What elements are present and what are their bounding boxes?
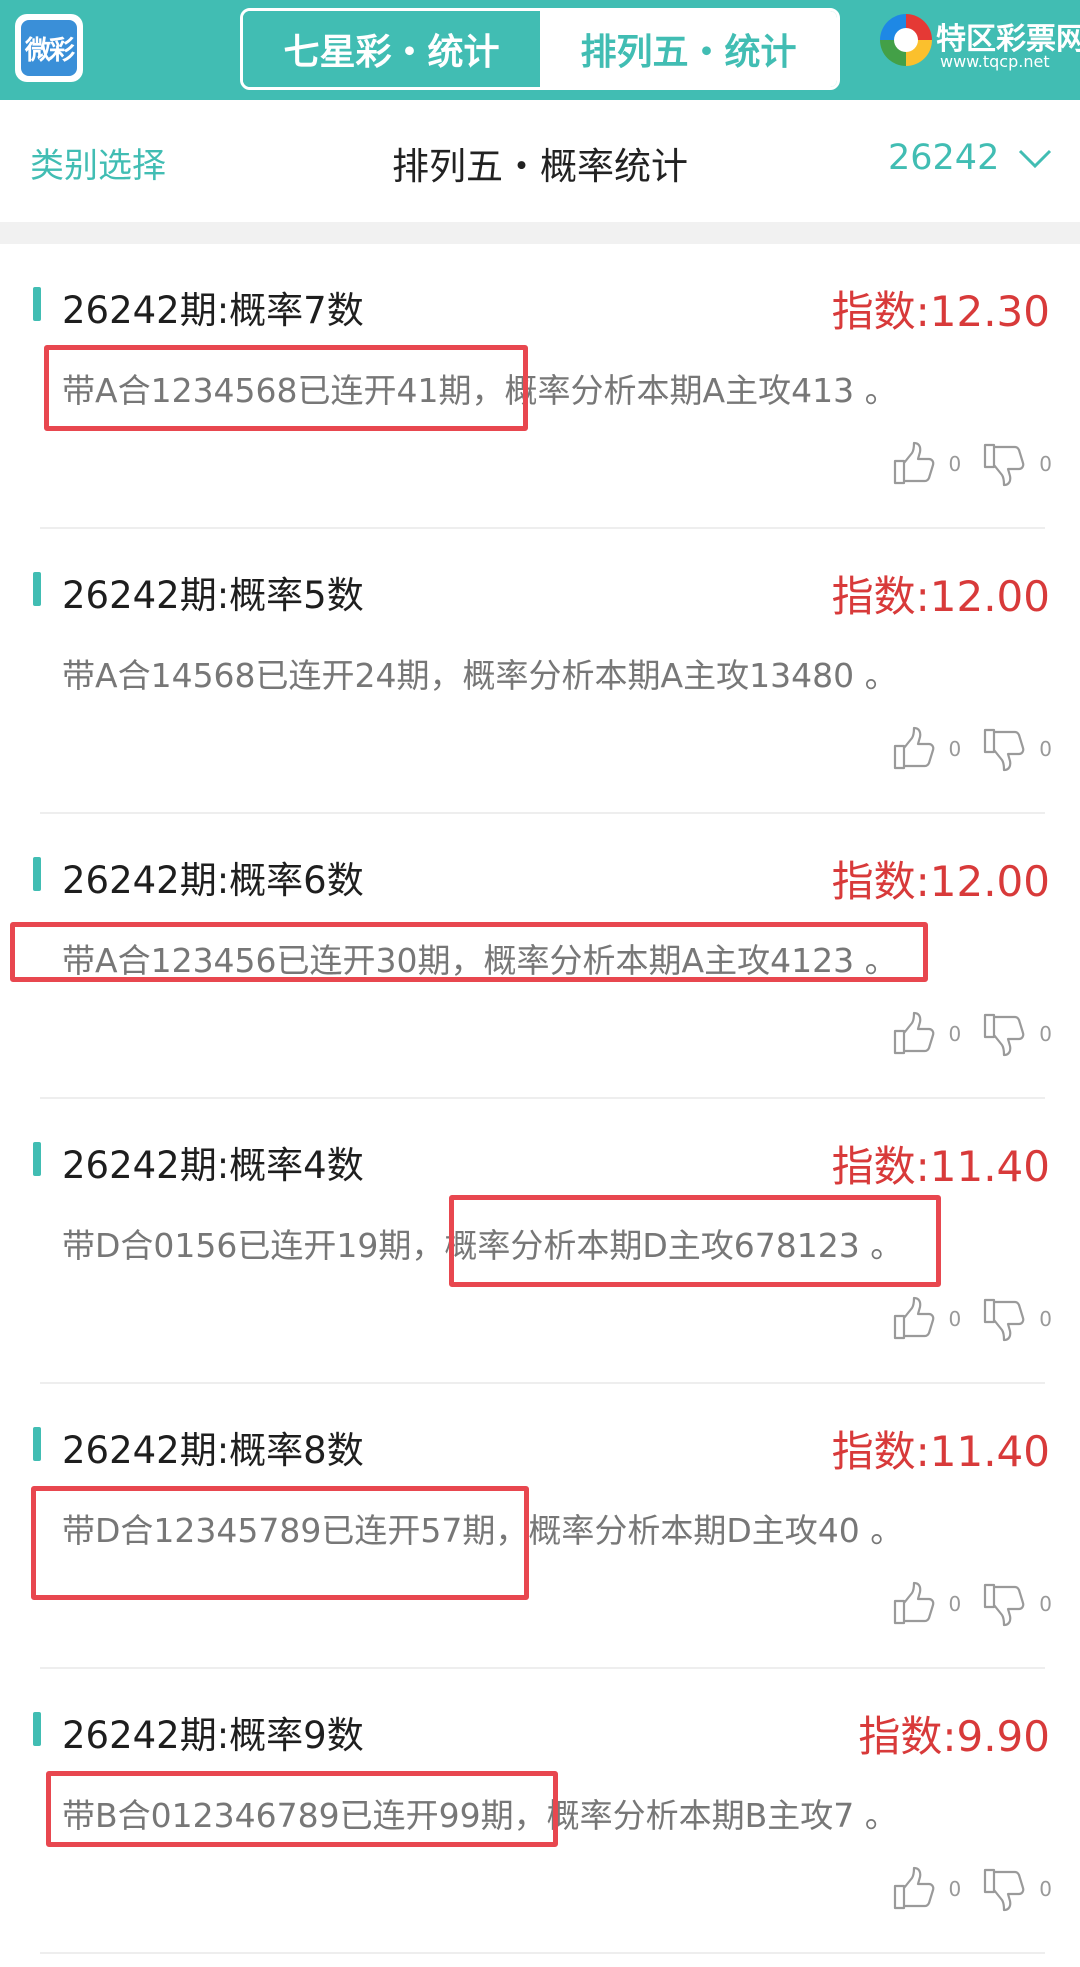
item-index: 指数:12.00: [831, 857, 1050, 906]
dislike-count: 0: [1039, 737, 1052, 761]
top-bar: 微彩 七星彩・统计 排列五・统计 特区彩票网 www.tqcp.net: [0, 0, 1080, 100]
brand-url: www.tqcp.net: [940, 52, 1050, 71]
item-title: 26242期:概率6数: [62, 859, 364, 902]
lottery-tab-switch: 七星彩・统计 排列五・统计: [240, 8, 840, 90]
thumbs-up-icon: [893, 1581, 934, 1625]
thumbs-down-icon: [984, 1013, 1025, 1057]
like-button[interactable]: 0: [889, 1864, 962, 1914]
dislike-count: 0: [1039, 1022, 1052, 1046]
item-index: 指数:11.40: [831, 1142, 1050, 1191]
highlight-box: [10, 922, 928, 982]
dislike-button[interactable]: 0: [979, 439, 1052, 489]
like-count: 0: [948, 1307, 962, 1331]
dislike-count: 0: [1039, 452, 1052, 476]
like-button[interactable]: 0: [889, 1294, 962, 1344]
dislike-button[interactable]: 0: [979, 1009, 1052, 1059]
dislike-button[interactable]: 0: [979, 1864, 1052, 1914]
vote-group: 0 0: [871, 1294, 1052, 1344]
item-index: 指数:12.00: [831, 572, 1050, 621]
app-logo[interactable]: 微彩: [15, 14, 83, 82]
thumbs-up-icon: [893, 726, 934, 770]
tab-qixingcai-stats[interactable]: 七星彩・统计: [243, 11, 540, 87]
thumbs-up-icon: [893, 1866, 934, 1910]
like-count: 0: [948, 1022, 962, 1046]
thumbs-down-icon: [984, 443, 1025, 487]
item-accent-bar: [33, 857, 41, 891]
highlight-box: [31, 1486, 529, 1600]
thumbs-down-icon: [984, 1868, 1025, 1912]
item-description: 带A合14568已连开24期，概率分析本期A主攻13480 。: [62, 656, 898, 695]
period-select-dropdown[interactable]: 26242: [888, 138, 1053, 178]
item-accent-bar: [33, 572, 41, 606]
item-title: 26242期:概率8数: [62, 1429, 364, 1472]
thumbs-down-icon: [984, 1583, 1025, 1627]
dislike-button[interactable]: 0: [979, 1579, 1052, 1629]
thumbs-up-icon: [893, 1296, 934, 1340]
like-count: 0: [948, 1592, 962, 1616]
item-accent-bar: [33, 1712, 41, 1746]
like-count: 0: [948, 452, 962, 476]
item-accent-bar: [33, 1427, 41, 1461]
like-button[interactable]: 0: [889, 1009, 962, 1059]
dislike-button[interactable]: 0: [979, 1294, 1052, 1344]
item-title: 26242期:概率7数: [62, 289, 364, 332]
thumbs-up-icon: [893, 1011, 934, 1055]
dislike-count: 0: [1039, 1307, 1052, 1331]
brand-swirl-icon: [880, 14, 932, 66]
vote-group: 0 0: [871, 724, 1052, 774]
section-divider: [0, 222, 1080, 244]
chevron-down-icon: [1019, 149, 1052, 169]
vote-group: 0 0: [871, 1864, 1052, 1914]
thumbs-up-icon: [893, 441, 934, 485]
item-title: 26242期:概率5数: [62, 574, 364, 617]
dislike-count: 0: [1039, 1877, 1052, 1901]
sub-header: 类别选择 排列五・概率统计 26242: [0, 100, 1080, 222]
item-accent-bar: [33, 1142, 41, 1176]
vote-group: 0 0: [871, 1009, 1052, 1059]
item-title: 26242期:概率9数: [62, 1714, 364, 1757]
period-value: 26242: [888, 138, 1000, 178]
brand-logo[interactable]: 特区彩票网 www.tqcp.net: [878, 8, 1080, 92]
like-button[interactable]: 0: [889, 439, 962, 489]
item-accent-bar: [33, 287, 41, 321]
like-button[interactable]: 0: [889, 724, 962, 774]
item-divider: [40, 1952, 1045, 1954]
item-index: 指数:9.90: [858, 1712, 1050, 1761]
thumbs-down-icon: [984, 1298, 1025, 1342]
highlight-box: [44, 345, 528, 431]
list-item[interactable]: 26242期:概率5数 指数:12.00 带A合14568已连开24期，概率分析…: [0, 529, 1080, 814]
highlight-box: [46, 1771, 558, 1847]
app-logo-text: 微彩: [21, 20, 77, 76]
probability-list: 26242期:概率7数 指数:12.30 带A合1234568已连开41期，概率…: [0, 244, 1080, 1954]
item-title: 26242期:概率4数: [62, 1144, 364, 1187]
dislike-button[interactable]: 0: [979, 724, 1052, 774]
like-button[interactable]: 0: [889, 1579, 962, 1629]
item-index: 指数:12.30: [831, 287, 1050, 336]
vote-group: 0 0: [871, 1579, 1052, 1629]
highlight-box: [449, 1195, 941, 1287]
thumbs-down-icon: [984, 728, 1025, 772]
like-count: 0: [948, 737, 962, 761]
like-count: 0: [948, 1877, 962, 1901]
tab-pailiewu-stats[interactable]: 排列五・统计: [540, 11, 837, 87]
dislike-count: 0: [1039, 1592, 1052, 1616]
vote-group: 0 0: [871, 439, 1052, 489]
item-index: 指数:11.40: [831, 1427, 1050, 1476]
